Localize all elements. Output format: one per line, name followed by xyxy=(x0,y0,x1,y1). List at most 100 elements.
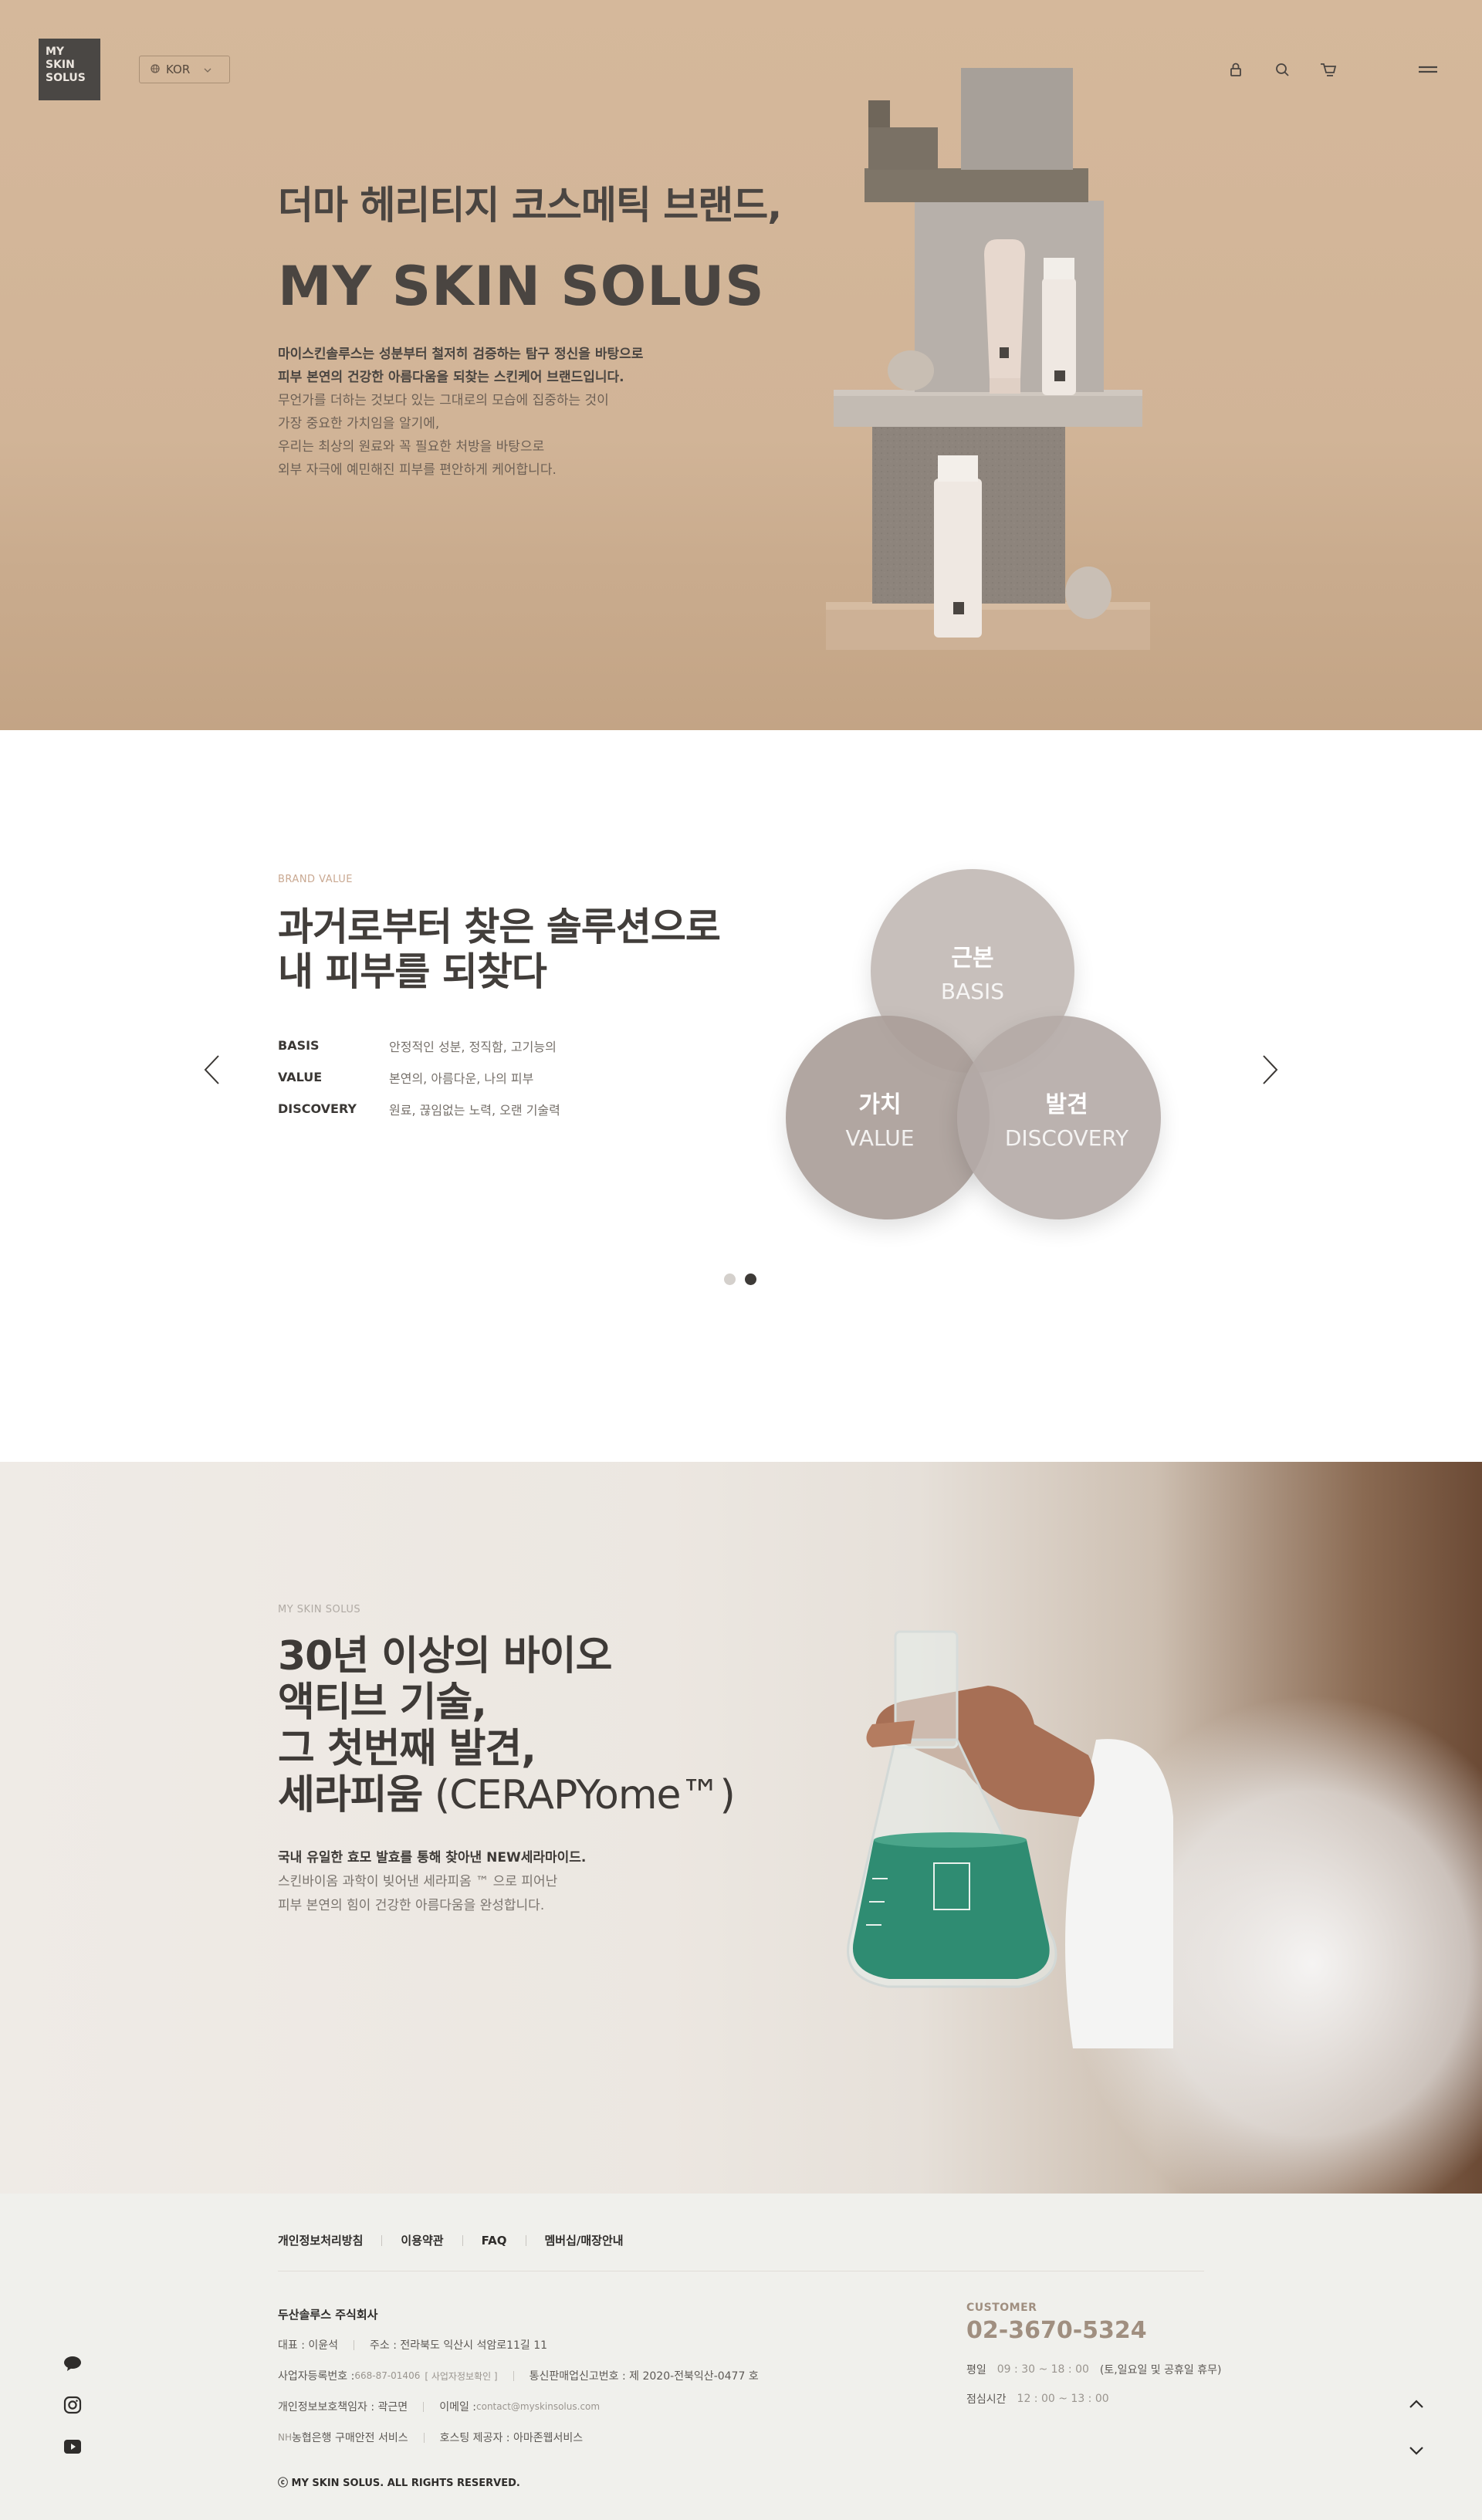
divider xyxy=(423,2432,425,2443)
title-line: 액티브 기술, xyxy=(278,1679,487,1726)
hero-desc-line: 우리는 최상의 원료와 꼭 필요한 처방을 바탕으로 xyxy=(278,439,545,455)
footer-link-faq[interactable]: FAQ xyxy=(482,2234,507,2248)
circle-discovery: 발견 DISCOVERY xyxy=(957,1016,1161,1219)
hero-desc-line: 외부 자극에 예민해진 피부를 편안하게 케어합니다. xyxy=(278,462,557,478)
info-line: 개인정보보호책임자 : 곽근면 이메일 : contact@myskinsolu… xyxy=(278,2391,759,2422)
footer-link-terms[interactable]: 이용약관 xyxy=(401,2232,443,2248)
slider-next-button[interactable] xyxy=(1255,1047,1286,1093)
customer-phone[interactable]: 02-3670-5324 xyxy=(966,2317,1221,2344)
chevron-up-icon xyxy=(1409,2400,1423,2408)
section-title: 30년 이상의 바이오 액티브 기술, 그 첫번째 발견, 세라피움 (CERA… xyxy=(278,1633,818,1818)
language-selector[interactable]: KOR xyxy=(139,56,230,83)
instagram-icon[interactable] xyxy=(62,2394,83,2416)
bio-technology-section: MY SKIN SOLUS 30년 이상의 바이오 액티브 기술, 그 첫번째 … xyxy=(0,1462,1482,2194)
footer-links: 개인정보처리방침 이용약관 FAQ 멤버십/매장안내 xyxy=(278,2232,624,2248)
value-desc: 원료, 끊임없는 노력, 오랜 기술력 xyxy=(389,1102,560,1118)
circle-label: 근본 xyxy=(951,944,994,972)
value-desc: 본연의, 아름다운, 나의 피부 xyxy=(389,1071,534,1086)
talk-icon[interactable] xyxy=(62,2353,83,2374)
value-key: BASIS xyxy=(278,1038,320,1053)
mail-order-number: 통신판매업신고번호 : 제 2020-전북익산-0477 호 xyxy=(529,2370,759,2383)
divider xyxy=(513,2370,514,2381)
info-line: 대표 : 이윤석 주소 : 전라북도 익산시 석암로11길 11 xyxy=(278,2329,759,2360)
email-link[interactable]: contact@myskinsolus.com xyxy=(476,2401,600,2412)
scroll-top-button[interactable] xyxy=(1405,2393,1428,2416)
globe-icon xyxy=(151,63,160,76)
hero-desc-line: 무언가를 더하는 것보다 있는 그대로의 모습에 집중하는 것이 xyxy=(278,393,609,408)
site-logo[interactable]: MY SKIN SOLUS xyxy=(39,39,100,100)
menu-icon[interactable] xyxy=(1417,59,1439,80)
nh-bank-prefix: NH xyxy=(278,2432,292,2443)
hero-subtitle: 더마 헤리티지 코스메틱 브랜드, xyxy=(278,183,782,228)
title-line: 과거로부터 찾은 솔루션으로 xyxy=(278,905,721,949)
business-number: 668-87-01406 xyxy=(354,2370,421,2381)
hours-row: 점심시간 12 : 00 ~ 13 : 00 xyxy=(966,2384,1221,2413)
title-line: 그 첫번째 발견, xyxy=(278,1726,536,1772)
title-line: 내 피부를 되찾다 xyxy=(278,949,547,994)
hours-label: 평일 xyxy=(966,2364,986,2376)
hero-desc-line: 마이스킨솔루스는 성분부터 철저히 검증하는 탐구 정신을 바탕으로 xyxy=(278,347,644,362)
value-desc: 안정적인 성분, 정직함, 고기능의 xyxy=(389,1039,557,1054)
slider-pagination xyxy=(724,1274,756,1285)
hero-desc-line: 피부 본연의 건강한 아름다움을 되찾는 스킨케어 브랜드입니다. xyxy=(278,370,624,385)
footer-link-privacy[interactable]: 개인정보처리방침 xyxy=(278,2232,363,2248)
address-text: 주소 : 전라북도 익산시 석암로11길 11 xyxy=(370,2339,548,2352)
title-bold: 세라피움 xyxy=(278,1772,423,1818)
hours-row: 평일 09 : 30 ~ 18 : 00 (토,일요일 및 공휴일 휴무) xyxy=(966,2355,1221,2384)
desc-line: 스킨바이옴 과학이 빚어낸 세라피옴 ™ 으로 피어난 xyxy=(278,1874,558,1889)
cart-icon[interactable] xyxy=(1318,59,1339,80)
ceo-text: 대표 : 이윤석 xyxy=(278,2339,339,2352)
value-row: DISCOVERY 원료, 끊임없는 노력, 오랜 기술력 xyxy=(278,1093,560,1125)
slider-prev-button[interactable] xyxy=(196,1047,227,1093)
slider-dot[interactable] xyxy=(724,1274,736,1285)
section-title: 과거로부터 찾은 솔루션으로 내 피부를 되찾다 xyxy=(278,905,818,994)
hours-label: 점심시간 xyxy=(966,2393,1007,2406)
circle-label: 가치 xyxy=(858,1091,902,1118)
value-list: BASIS 안정적인 성분, 정직함, 고기능의 VALUE 본연의, 아름다운… xyxy=(278,1030,560,1125)
hosting-provider: 호스팅 제공자 : 아마존웹서비스 xyxy=(439,2432,584,2444)
title-light: (CERAPYome™) xyxy=(422,1772,736,1818)
brand-value-diagram: 근본 BASIS 가치 VALUE 발견 DISCOVERY xyxy=(780,869,1166,1240)
email-label: 이메일 : xyxy=(439,2401,476,2413)
brand-value-section: BRAND VALUE 과거로부터 찾은 솔루션으로 내 피부를 되찾다 BAS… xyxy=(0,730,1482,1462)
search-icon[interactable] xyxy=(1271,59,1293,80)
hours-note: (토,일요일 및 공휴일 휴무) xyxy=(1099,2364,1222,2376)
hero-description: 마이스킨솔루스는 성분부터 철저히 검증하는 탐구 정신을 바탕으로 피부 본연… xyxy=(278,343,756,482)
copyright: ⓒ MY SKIN SOLUS. ALL RIGHTS RESERVED. xyxy=(278,2478,520,2489)
logo-line: MY xyxy=(46,46,65,58)
title-line: 30년 이상의 바이오 xyxy=(278,1633,612,1679)
logo-line: SOLUS xyxy=(46,72,86,84)
section-eyebrow: BRAND VALUE xyxy=(278,874,353,885)
title-line: 세라피움 (CERAPYome™) xyxy=(278,1772,818,1818)
footer-link-membership[interactable]: 멤버십/매장안내 xyxy=(545,2232,624,2248)
desc-line: 국내 유일한 효모 발효를 통해 찾아낸 NEW세라마이드. xyxy=(278,1850,587,1865)
hero-section: MY SKIN SOLUS KOR 더마 헤리티지 코스메틱 브랜드, MY S… xyxy=(0,0,1482,730)
circle-sublabel: VALUE xyxy=(845,1125,915,1151)
company-name: 두산솔루스 주식회사 xyxy=(278,2308,378,2322)
site-footer: 개인정보처리방침 이용약관 FAQ 멤버십/매장안내 두산솔루스 주식회사 대표… xyxy=(0,2194,1482,2520)
chevron-down-icon xyxy=(204,65,211,75)
desc-line: 피부 본연의 힘이 건강한 아름다움을 완성합니다. xyxy=(278,1898,545,1913)
youtube-icon[interactable] xyxy=(62,2436,83,2457)
business-info-link[interactable]: [ 사업자정보확인 ] xyxy=(425,2369,497,2383)
value-key: VALUE xyxy=(278,1070,323,1084)
value-row: BASIS 안정적인 성분, 정직함, 고기능의 xyxy=(278,1030,560,1061)
slider-dot-active[interactable] xyxy=(745,1274,756,1285)
customer-label: CUSTOMER xyxy=(966,2302,1037,2314)
flask-image xyxy=(847,1630,1173,2048)
customer-center: CUSTOMER 02-3670-5324 평일 09 : 30 ~ 18 : … xyxy=(966,2302,1221,2413)
chevron-down-icon xyxy=(1409,2447,1423,2455)
hero-title: MY SKIN SOLUS xyxy=(278,255,765,318)
divider xyxy=(462,2234,463,2246)
language-label: KOR xyxy=(166,63,191,76)
hours-time: 09 : 30 ~ 18 : 00 xyxy=(996,2363,1089,2376)
value-row: VALUE 본연의, 아름다운, 나의 피부 xyxy=(278,1061,560,1093)
chevron-left-icon xyxy=(204,1055,219,1084)
info-line: NH 농협은행 구매안전 서비스 호스팅 제공자 : 아마존웹서비스 xyxy=(278,2422,759,2453)
section-description: 국내 유일한 효모 발효를 통해 찾아낸 NEW세라마이드. 스킨바이옴 과학이… xyxy=(278,1846,586,1918)
divider xyxy=(423,2401,425,2412)
escrow-service-link[interactable]: 농협은행 구매안전 서비스 xyxy=(292,2430,408,2445)
lock-icon[interactable] xyxy=(1225,59,1247,80)
scroll-bottom-button[interactable] xyxy=(1405,2439,1428,2462)
business-number-label: 사업자등록번호 : xyxy=(278,2370,355,2383)
